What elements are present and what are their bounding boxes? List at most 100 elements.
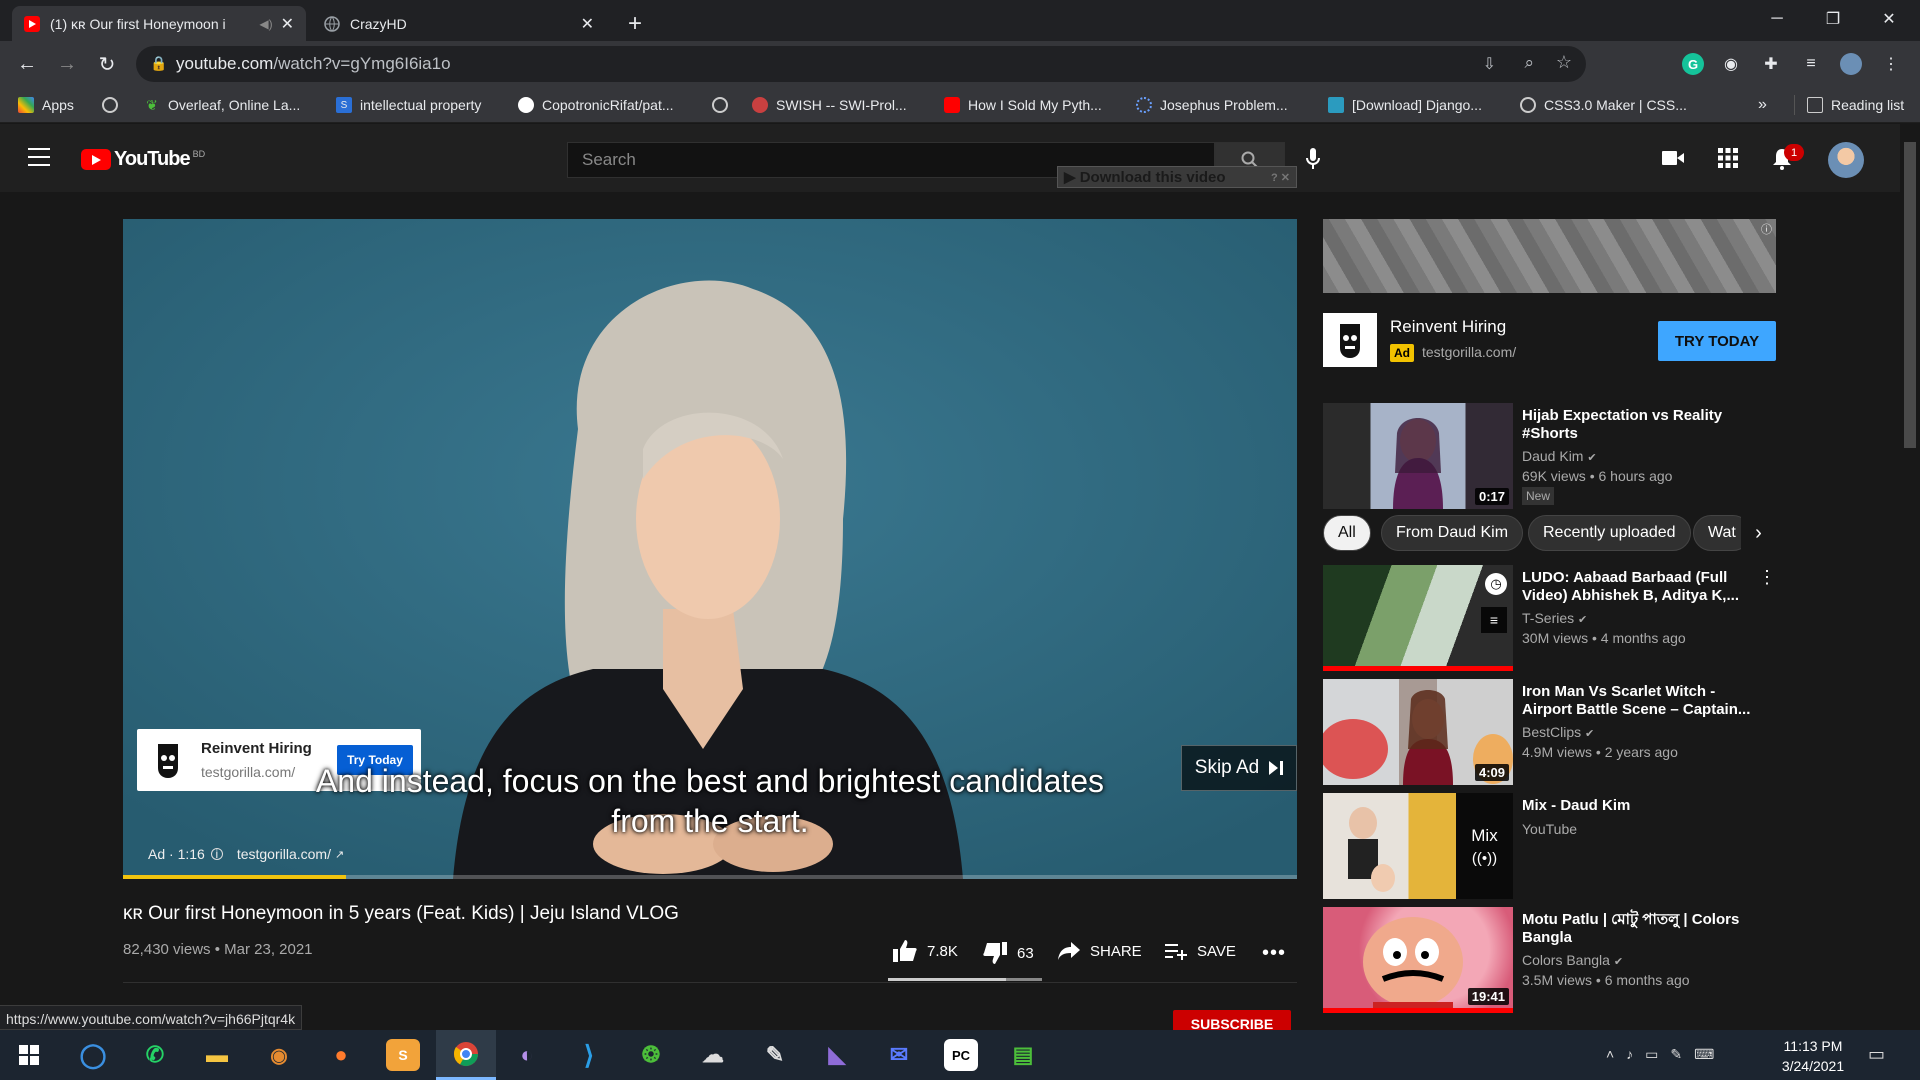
vpn-icon[interactable]: ◉	[262, 1039, 296, 1071]
extension-icon[interactable]: ◉	[1720, 53, 1742, 75]
chip-from-daud-kim[interactable]: From Daud Kim	[1381, 515, 1524, 551]
zoom-icon[interactable]: ⌕	[1524, 53, 1534, 73]
video-menu-icon[interactable]: ⋮	[1758, 567, 1776, 588]
tab-youtube[interactable]: (1) ᴋʀ Our first Honeymoon i ◀) ✕	[12, 6, 306, 41]
channel-name[interactable]: YouTube	[1522, 821, 1577, 837]
bookmark-overleaf[interactable]: ❦ Overleaf, Online La...	[144, 95, 300, 115]
bookmark-apps[interactable]: Apps	[18, 95, 74, 115]
recommended-video[interactable]: ◷ ≡ LUDO: Aabaad Barbaad (Full Video) Ab…	[1323, 565, 1776, 671]
bookmark-star-icon[interactable]: ☆	[1556, 52, 1572, 73]
video-thumbnail[interactable]: 4:09	[1323, 679, 1513, 785]
video-thumbnail[interactable]: Mix ((•))	[1323, 793, 1513, 899]
reading-list-button[interactable]: Reading list	[1794, 95, 1904, 115]
file-explorer-icon[interactable]: ▬	[200, 1039, 234, 1071]
video-title[interactable]: Iron Man Vs Scarlet Witch - Airport Batt…	[1522, 683, 1762, 719]
bookmark-github[interactable]: CopotronicRifat/pat...	[518, 95, 674, 115]
minimize-button[interactable]: ─	[1754, 4, 1800, 34]
address-bar[interactable]: 🔒 youtube.com/watch?v=gYmg6I6ia1o ⇩ ⌕ ☆	[136, 46, 1586, 82]
chrome-taskbar-icon[interactable]	[436, 1030, 496, 1080]
whatsapp-icon[interactable]: ✆	[138, 1039, 172, 1071]
external-link-icon[interactable]: ↗	[335, 848, 344, 861]
reload-icon[interactable]: ↻	[92, 49, 122, 79]
recommended-video[interactable]: 4:09 Iron Man Vs Scarlet Witch - Airport…	[1323, 679, 1776, 785]
video-title[interactable]: LUDO: Aabaad Barbaad (Full Video) Abhish…	[1522, 569, 1762, 605]
app-icon-3[interactable]: ✎	[758, 1039, 792, 1071]
chip-all[interactable]: All	[1323, 515, 1371, 551]
hamburger-menu-icon[interactable]	[28, 148, 50, 166]
windows-start-icon[interactable]	[12, 1039, 46, 1071]
close-tab-icon[interactable]: ✕	[581, 14, 594, 34]
notepad-icon[interactable]: ▤	[1006, 1039, 1040, 1071]
media-control-icon[interactable]: ≡	[1800, 53, 1822, 75]
channel-name[interactable]: T-Series ✔	[1522, 610, 1587, 626]
close-tab-icon[interactable]: ✕	[281, 14, 294, 34]
video-thumbnail[interactable]: ◷ ≡	[1323, 565, 1513, 671]
watch-later-clock-icon[interactable]: ◷	[1485, 573, 1507, 595]
bookmark-josephus[interactable]: Josephus Problem...	[1136, 95, 1288, 115]
forward-icon[interactable]: →	[52, 49, 82, 79]
puzzle-extensions-icon[interactable]: ✚	[1760, 53, 1782, 75]
bookmark-globe-2[interactable]	[712, 95, 736, 115]
share-button[interactable]: SHARE	[1058, 942, 1142, 960]
messenger-icon[interactable]: ✉	[882, 1039, 916, 1071]
pycharm-icon[interactable]: PC	[944, 1039, 978, 1071]
create-video-icon[interactable]	[1662, 150, 1684, 171]
vscode-icon[interactable]: ⟩	[572, 1039, 606, 1071]
skip-ad-button[interactable]: Skip Ad	[1181, 745, 1297, 791]
lock-icon[interactable]: 🔒	[150, 55, 167, 72]
chevron-right-icon[interactable]: ›	[1741, 515, 1776, 551]
bookmark-ip[interactable]: S intellectual property	[336, 95, 481, 115]
progress-bar[interactable]	[123, 875, 1297, 879]
grammarly-icon[interactable]: G	[1682, 53, 1704, 75]
search-icon[interactable]: ◯	[76, 1039, 110, 1071]
back-icon[interactable]: ←	[12, 49, 42, 79]
microphone-icon[interactable]	[1306, 148, 1320, 175]
sublime-icon[interactable]: S	[386, 1039, 420, 1071]
video-title[interactable]: Mix - Daud Kim	[1522, 797, 1762, 815]
app-icon-2[interactable]: ☁	[696, 1039, 730, 1071]
ad-domain-link[interactable]: testgorilla.com/	[237, 846, 331, 862]
channel-name[interactable]: BestClips ✔	[1522, 724, 1594, 740]
save-button[interactable]: SAVE	[1165, 942, 1236, 960]
bookmark-django[interactable]: [Download] Django...	[1328, 95, 1482, 115]
recommended-video[interactable]: 0:17 Hijab Expectation vs Reality #Short…	[1323, 403, 1776, 509]
ad-info-icon[interactable]: i	[210, 847, 223, 861]
try-today-button[interactable]: TRY TODAY	[1658, 321, 1776, 361]
github-desktop-icon[interactable]: ◐	[510, 1039, 544, 1071]
app-icon[interactable]: ❂	[634, 1039, 668, 1071]
visual-studio-icon[interactable]: ◣	[820, 1039, 854, 1071]
menu-dots-icon[interactable]: ⋮	[1880, 53, 1902, 75]
download-help-icon[interactable]: ? ✕	[1271, 171, 1296, 184]
firefox-icon[interactable]: ●	[324, 1039, 358, 1071]
bookmark-swish[interactable]: SWISH -- SWI-Prol...	[752, 95, 907, 115]
bookmark-globe[interactable]	[102, 95, 126, 115]
apps-grid-icon[interactable]	[1718, 148, 1738, 173]
user-avatar[interactable]	[1828, 142, 1864, 178]
close-window-button[interactable]: ✕	[1866, 4, 1912, 34]
channel-name[interactable]: Colors Bangla ✔	[1522, 952, 1623, 968]
like-button[interactable]: 7.8K	[893, 940, 958, 962]
recommended-video[interactable]: Mix ((•)) Mix - Daud Kim YouTube	[1323, 793, 1776, 899]
page-scrollbar[interactable]	[1900, 124, 1920, 1030]
scrollbar-thumb[interactable]	[1904, 142, 1916, 448]
tab-crazyhd[interactable]: CrazyHD ✕	[312, 6, 606, 41]
ad-banner-image[interactable]: ⓘ	[1323, 219, 1776, 293]
video-thumbnail[interactable]: 0:17	[1323, 403, 1513, 509]
new-tab-button[interactable]: +	[612, 6, 658, 41]
install-icon[interactable]: ⇩	[1483, 54, 1496, 74]
channel-name[interactable]: Daud Kim ✔	[1522, 448, 1597, 464]
side-ad-card[interactable]: Reinvent Hiring Ad testgorilla.com/ TRY …	[1323, 313, 1776, 369]
dislike-button[interactable]: 63	[983, 942, 1034, 964]
download-video-button[interactable]: ▶ Download this video ? ✕	[1057, 166, 1297, 188]
video-title[interactable]: Motu Patlu | মোটু পাতলু | Colors Bangla	[1522, 911, 1762, 947]
subscribe-button[interactable]: SUBSCRIBE	[1173, 1010, 1291, 1030]
bookmarks-overflow[interactable]: »	[1758, 95, 1767, 115]
video-thumbnail[interactable]: 19:41	[1323, 907, 1513, 1013]
recommended-video[interactable]: 19:41 Motu Patlu | মোটু পাতলু | Colors B…	[1323, 907, 1776, 1013]
chip-recently-uploaded[interactable]: Recently uploaded	[1528, 515, 1691, 551]
notification-center-icon[interactable]: ▭	[1868, 1044, 1885, 1065]
bookmark-python[interactable]: How I Sold My Pyth...	[944, 95, 1102, 115]
youtube-logo[interactable]: YouTube BD	[81, 148, 205, 171]
video-title[interactable]: Hijab Expectation vs Reality #Shorts	[1522, 407, 1762, 443]
bookmark-css[interactable]: CSS3.0 Maker | CSS...	[1520, 95, 1687, 115]
